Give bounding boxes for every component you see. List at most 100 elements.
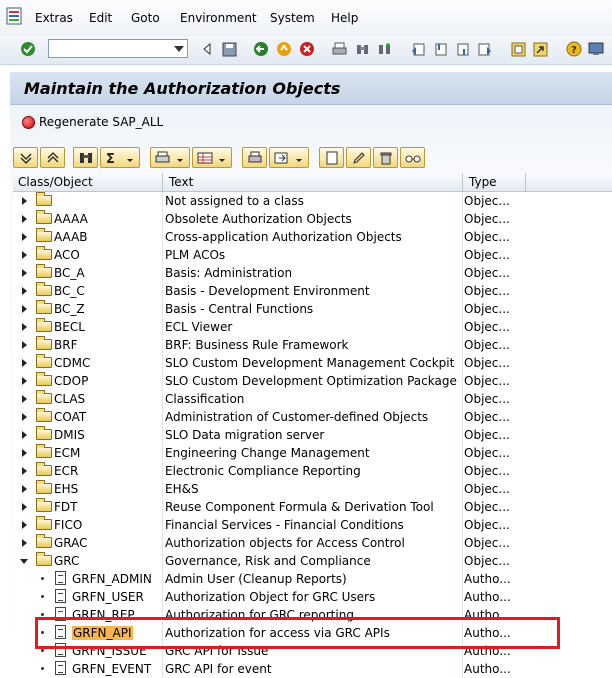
triangle-right-icon[interactable] bbox=[22, 251, 27, 259]
triangle-right-icon[interactable] bbox=[22, 485, 27, 493]
triangle-right-icon[interactable] bbox=[22, 359, 27, 367]
column-divider bbox=[162, 246, 163, 264]
triangle-right-icon[interactable] bbox=[22, 323, 27, 331]
customize-layout-button[interactable] bbox=[586, 39, 606, 59]
table-row[interactable]: Not assigned to a class Objec... bbox=[13, 192, 612, 210]
triangle-right-icon[interactable] bbox=[22, 377, 27, 385]
print-list-button[interactable] bbox=[242, 147, 267, 168]
column-divider[interactable] bbox=[525, 173, 526, 191]
table-row[interactable]: ACO PLM ACOs Objec... bbox=[13, 246, 612, 264]
triangle-right-icon[interactable] bbox=[22, 305, 27, 313]
print-preview-button[interactable] bbox=[150, 147, 190, 168]
triangle-right-icon[interactable] bbox=[22, 503, 27, 511]
table-row[interactable]: BECL ECL Viewer Objec... bbox=[13, 318, 612, 336]
last-page-button[interactable] bbox=[474, 39, 494, 59]
export-button[interactable] bbox=[192, 147, 232, 168]
triangle-right-icon[interactable] bbox=[22, 539, 27, 547]
column-header-class-object[interactable]: Class/Object bbox=[18, 175, 93, 189]
triangle-right-icon[interactable] bbox=[22, 413, 27, 421]
table-row[interactable]: EHS EH&S Objec... bbox=[13, 480, 612, 498]
object-type: Objec... bbox=[464, 392, 510, 406]
triangle-right-icon[interactable] bbox=[22, 449, 27, 457]
sap-menu-icon[interactable] bbox=[6, 6, 24, 26]
expand-all-button[interactable] bbox=[13, 147, 38, 168]
chevron-down-icon[interactable] bbox=[174, 46, 184, 52]
table-row[interactable]: GRFN_USER Authorization Object for GRC Us… bbox=[13, 588, 612, 606]
table-row[interactable]: CLAS Classification Objec... bbox=[13, 390, 612, 408]
next-page-button[interactable] bbox=[452, 39, 472, 59]
command-field[interactable] bbox=[48, 39, 188, 58]
menu-extras[interactable]: Extras bbox=[35, 11, 73, 25]
collapse-all-button[interactable] bbox=[40, 147, 65, 168]
table-row[interactable]: ECM Engineering Change Management Objec... bbox=[13, 444, 612, 462]
table-row[interactable]: CDOP SLO Custom Development Optimization … bbox=[13, 372, 612, 390]
display-button[interactable] bbox=[400, 147, 425, 168]
total-button[interactable]: Σ bbox=[100, 147, 140, 168]
triangle-right-icon[interactable] bbox=[22, 431, 27, 439]
table-row[interactable]: BC_Z Basis - Central Functions Objec... bbox=[13, 300, 612, 318]
help-button[interactable]: ? bbox=[564, 39, 584, 59]
triangle-right-icon[interactable] bbox=[22, 215, 27, 223]
menu-environment[interactable]: Environment bbox=[180, 11, 257, 25]
table-row[interactable]: FICO Financial Services - Financial Condi… bbox=[13, 516, 612, 534]
previous-page-button[interactable] bbox=[430, 39, 450, 59]
table-row[interactable]: GRAC Authorization objects for Access Con… bbox=[13, 534, 612, 552]
column-divider[interactable] bbox=[462, 173, 463, 191]
triangle-right-icon[interactable] bbox=[22, 395, 27, 403]
change-button[interactable] bbox=[346, 147, 371, 168]
column-header-type[interactable]: Type bbox=[469, 175, 497, 189]
table-row[interactable]: BC_C Basis - Development Environment Objec… bbox=[13, 282, 612, 300]
table-row[interactable]: AAAA Obsolete Authorization Objects Objec.… bbox=[13, 210, 612, 228]
grid-header: Class/Object Text Type bbox=[13, 173, 612, 192]
save-button[interactable] bbox=[219, 39, 239, 59]
bullet-icon bbox=[41, 577, 44, 580]
menu-edit[interactable]: Edit bbox=[89, 11, 112, 25]
exit-button[interactable] bbox=[274, 39, 294, 59]
enter-button[interactable] bbox=[18, 39, 38, 59]
table-row[interactable]: BC_A Basis: Administration Objec... bbox=[13, 264, 612, 282]
layout-button[interactable] bbox=[269, 147, 309, 168]
expand-icon bbox=[20, 153, 31, 164]
triangle-right-icon[interactable] bbox=[22, 467, 27, 475]
folder-icon bbox=[36, 390, 52, 404]
folder-icon bbox=[36, 246, 52, 260]
create-session-button[interactable] bbox=[508, 39, 528, 59]
triangle-right-icon[interactable] bbox=[22, 233, 27, 241]
shortcut-button[interactable] bbox=[530, 39, 550, 59]
authorization-object-text: Authorization Object for GRC Users bbox=[165, 590, 376, 604]
table-row[interactable]: COAT Administration of Customer-defined O… bbox=[13, 408, 612, 426]
column-header-text[interactable]: Text bbox=[169, 175, 193, 189]
column-divider[interactable] bbox=[162, 173, 163, 191]
table-row[interactable]: AAAB Cross-application Authorization Obje… bbox=[13, 228, 612, 246]
triangle-right-icon[interactable] bbox=[22, 269, 27, 277]
table-row[interactable]: DMIS SLO Data migration server Objec... bbox=[13, 426, 612, 444]
regenerate-button[interactable]: Regenerate SAP_ALL bbox=[22, 113, 163, 131]
menu-help[interactable]: Help bbox=[331, 11, 358, 25]
find-next-button[interactable] bbox=[374, 39, 394, 59]
triangle-right-icon[interactable] bbox=[22, 287, 27, 295]
delete-button[interactable] bbox=[373, 147, 398, 168]
table-row[interactable]: ECR Electronic Compliance Reporting Objec.… bbox=[13, 462, 612, 480]
first-page-button[interactable] bbox=[408, 39, 428, 59]
object-type: Objec... bbox=[464, 320, 510, 334]
triangle-down-icon[interactable] bbox=[20, 559, 28, 564]
find-button[interactable] bbox=[352, 39, 372, 59]
find-alv-button[interactable] bbox=[73, 147, 98, 168]
table-row[interactable]: GRFN_ADMIN Admin User (Cleanup Reports) Au… bbox=[13, 570, 612, 588]
back-button[interactable] bbox=[251, 39, 271, 59]
folder-icon bbox=[36, 408, 52, 422]
menu-system[interactable]: System bbox=[270, 11, 315, 25]
table-row[interactable]: GRC Governance, Risk and Compliance Objec.… bbox=[13, 552, 612, 570]
table-row[interactable]: CDMC SLO Custom Development Management Co… bbox=[13, 354, 612, 372]
triangle-right-icon[interactable] bbox=[22, 341, 27, 349]
table-row[interactable]: BRF BRF: Business Rule Framework Objec... bbox=[13, 336, 612, 354]
table-row[interactable]: GRFN_EVENT GRC API for event Autho... bbox=[13, 660, 612, 678]
triangle-right-icon[interactable] bbox=[22, 521, 27, 529]
create-button[interactable] bbox=[319, 147, 344, 168]
back-arrow-button[interactable] bbox=[197, 39, 217, 59]
cancel-button[interactable] bbox=[297, 39, 317, 59]
menu-goto[interactable]: Goto bbox=[131, 11, 160, 25]
triangle-right-icon[interactable] bbox=[22, 197, 27, 205]
print-button[interactable] bbox=[329, 39, 349, 59]
table-row[interactable]: FDT Reuse Component Formula & Derivation … bbox=[13, 498, 612, 516]
